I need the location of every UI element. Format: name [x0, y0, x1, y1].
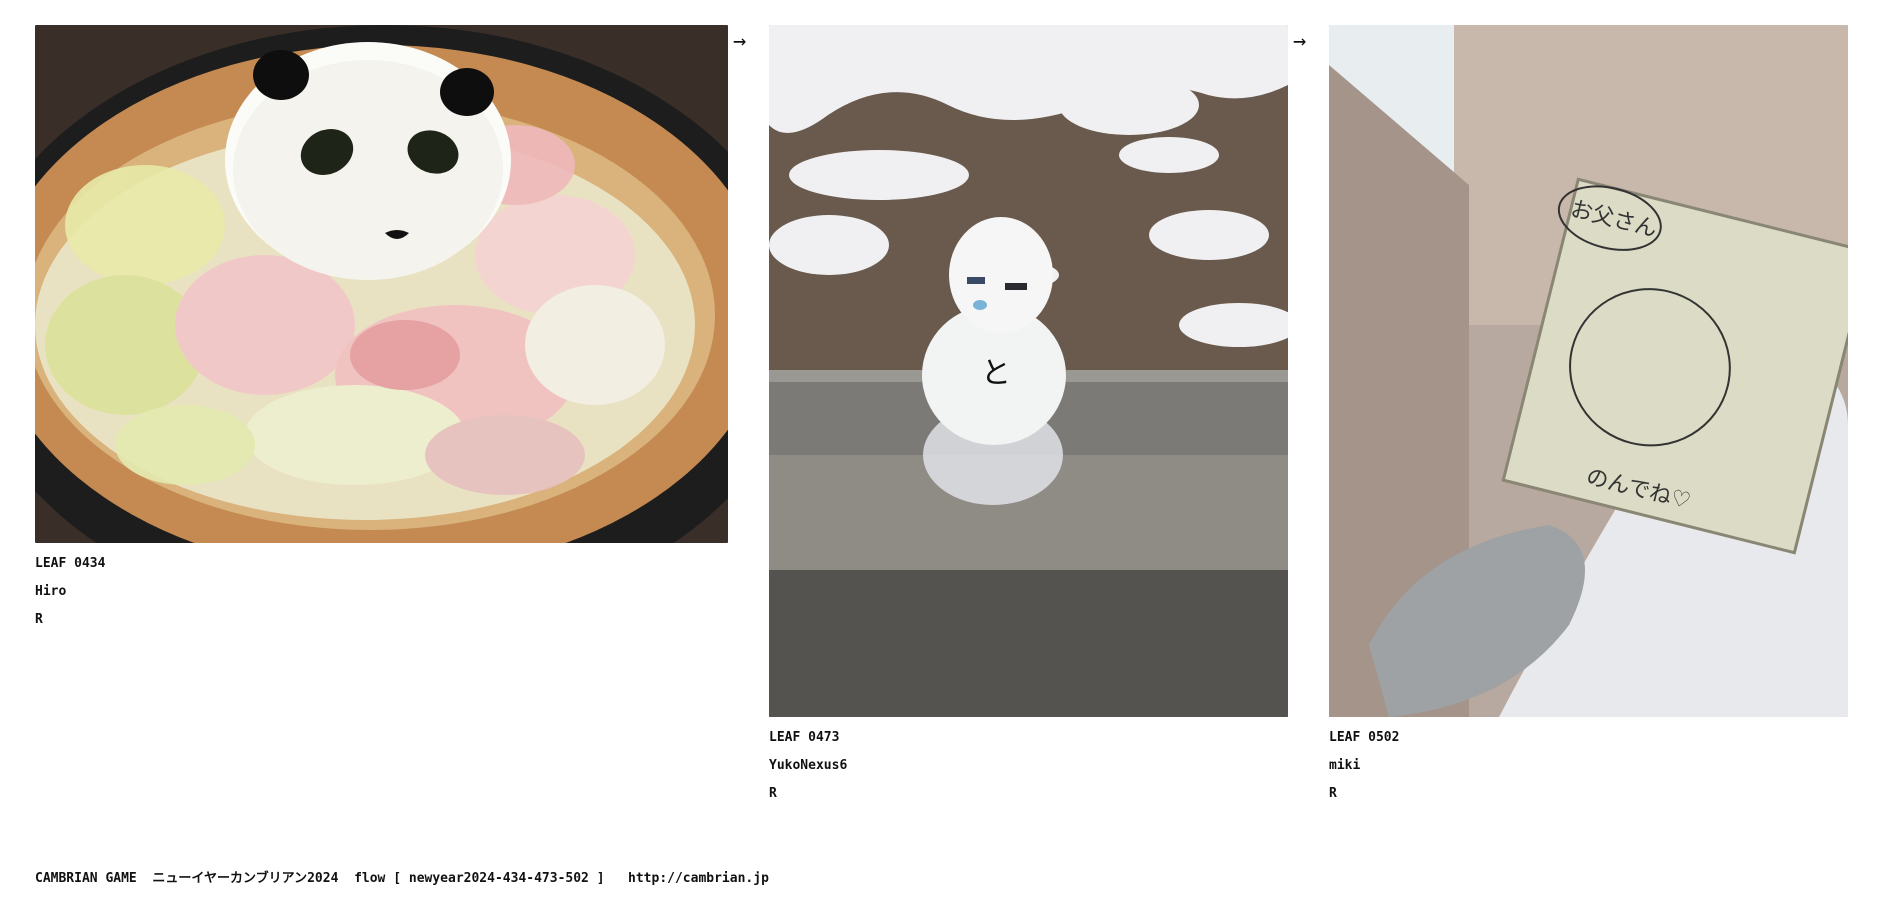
- footer: CAMBRIAN GAME ニューイヤーカンブリアン2024 flow [ ne…: [35, 867, 769, 886]
- card-in-box-image: お父さん のんでね♡: [1329, 25, 1848, 717]
- leaf-id[interactable]: LEAF 0473: [769, 731, 847, 759]
- snowman-image: と: [769, 25, 1288, 717]
- leaf-id[interactable]: LEAF 0502: [1329, 731, 1399, 759]
- footer-flow-link[interactable]: flow [ newyear2024-434-473-502 ]: [354, 871, 604, 886]
- leaf-0502-caption: LEAF 0502 miki R: [1329, 731, 1399, 815]
- leaf-0434-caption: LEAF 0434 Hiro R: [35, 557, 105, 641]
- snowman-mark: と: [981, 356, 1011, 391]
- leaf-0434-photo[interactable]: [35, 25, 728, 543]
- leaf-author[interactable]: miki: [1329, 759, 1399, 787]
- footer-site-link[interactable]: http://cambrian.jp: [628, 871, 769, 886]
- leaf-0502-photo[interactable]: お父さん のんでね♡: [1329, 25, 1848, 717]
- leaf-mark: R: [769, 786, 777, 801]
- panda-hotpot-image: [35, 25, 728, 543]
- leaf-mark: R: [35, 612, 43, 627]
- leaf-author[interactable]: Hiro: [35, 585, 105, 613]
- leaf-0473-photo[interactable]: と: [769, 25, 1288, 717]
- leaf-id[interactable]: LEAF 0434: [35, 557, 105, 585]
- leaf-0473-caption: LEAF 0473 YukoNexus6 R: [769, 731, 847, 815]
- flow-arrow-icon: →: [733, 29, 747, 54]
- flow-arrow-icon: →: [1293, 29, 1307, 54]
- footer-game-link[interactable]: CAMBRIAN GAME: [35, 871, 137, 886]
- footer-event-title: ニューイヤーカンブリアン2024: [152, 871, 339, 886]
- leaf-author[interactable]: YukoNexus6: [769, 759, 847, 787]
- leaf-mark: R: [1329, 786, 1337, 801]
